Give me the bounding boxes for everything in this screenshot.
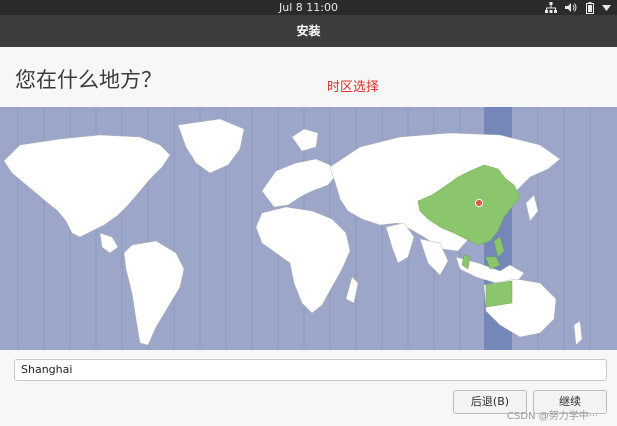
top-panel: Jul 8 11:00 bbox=[0, 0, 617, 15]
annotation-label: 时区选择 bbox=[327, 80, 380, 95]
timezone-input[interactable]: Shanghai bbox=[14, 359, 607, 381]
page-heading: 您在什么地方？ bbox=[15, 68, 162, 92]
system-tray[interactable] bbox=[545, 0, 611, 15]
menu-chevron-icon[interactable] bbox=[602, 4, 611, 11]
location-marker[interactable] bbox=[474, 198, 484, 208]
battery-icon[interactable] bbox=[586, 1, 594, 14]
network-icon[interactable] bbox=[545, 2, 557, 13]
window-title: 安装 bbox=[0, 15, 617, 47]
timezone-map[interactable] bbox=[0, 107, 617, 350]
volume-icon[interactable] bbox=[565, 2, 578, 13]
watermark: CSDN @努力学中··· bbox=[507, 411, 599, 422]
clock[interactable]: Jul 8 11:00 bbox=[0, 0, 617, 15]
